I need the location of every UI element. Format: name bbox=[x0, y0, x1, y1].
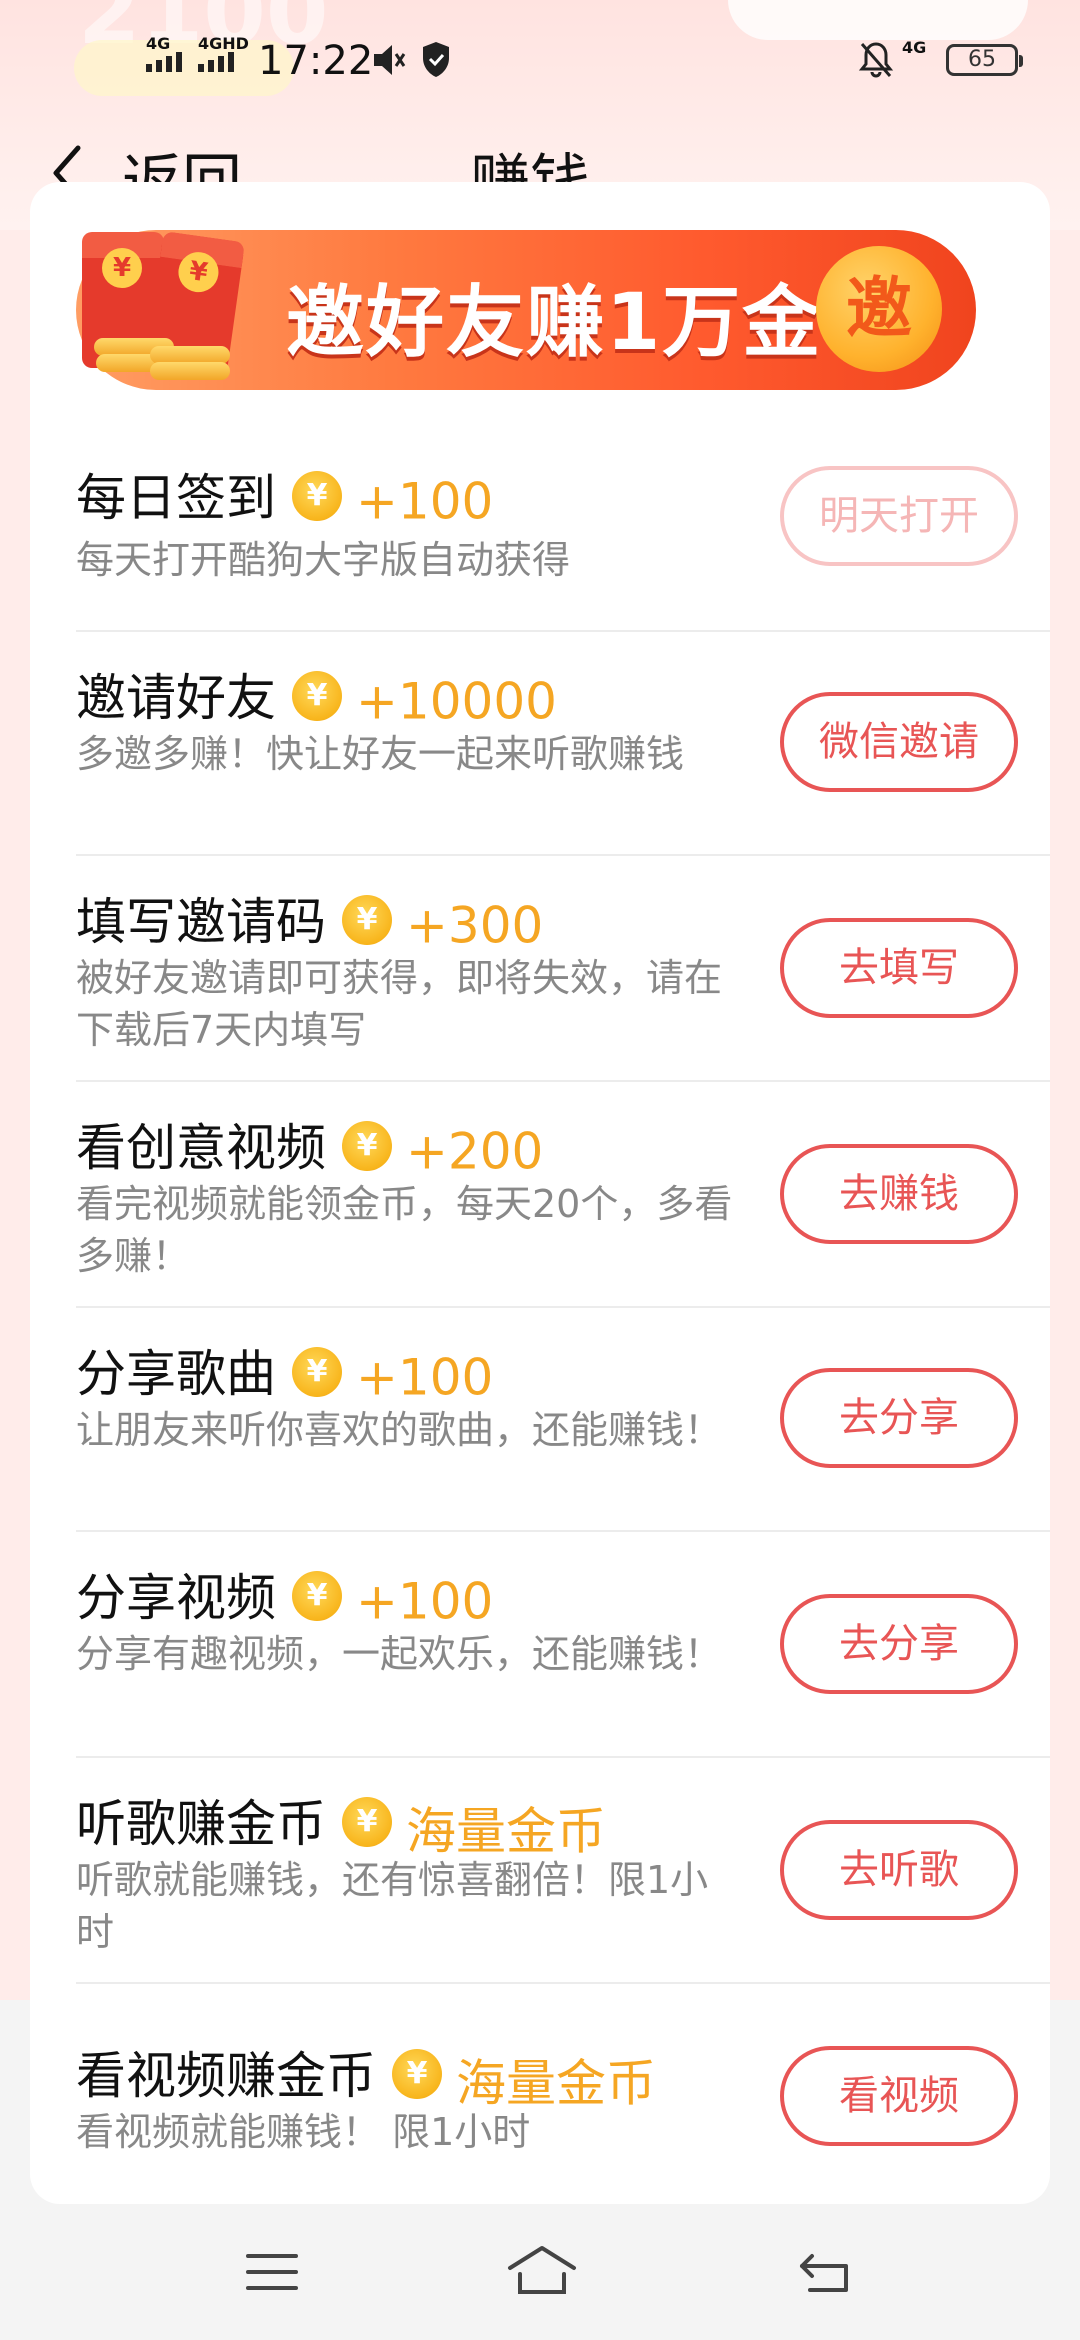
task-title: 看创意视频 bbox=[76, 1119, 326, 1177]
task-row: 填写邀请码 ¥ +300 被好友邀请即可获得，即将失效，请在下载后7天内填写 去填写 bbox=[76, 854, 1050, 1082]
task-description: 每天打开酷狗大字版自动获得 bbox=[76, 538, 571, 582]
task-reward: +100 bbox=[356, 1348, 494, 1407]
task-reward: 海量金币 bbox=[456, 2054, 656, 2113]
task-title-line: 填写邀请码 ¥ +300 bbox=[76, 882, 543, 955]
notifications-off-icon bbox=[858, 42, 894, 78]
task-title-line: 邀请好友 ¥ +10000 bbox=[76, 658, 557, 731]
status-bar: 4G 4GHD 17:22 4G 65 bbox=[0, 0, 1080, 120]
network-type-1: 4G bbox=[146, 34, 171, 53]
task-row: 分享歌曲 ¥ +100 让朋友来听你喜欢的歌曲，还能赚钱！ 去分享 bbox=[76, 1306, 1050, 1532]
coin-icon: ¥ bbox=[342, 894, 392, 945]
coin-icon: ¥ bbox=[292, 1346, 342, 1397]
shield-icon bbox=[423, 42, 449, 77]
task-title-line: 看视频赚金币 ¥ 海量金币 bbox=[76, 2036, 656, 2116]
task-description: 分享有趣视频，一起欢乐，还能赚钱！ bbox=[76, 1632, 723, 1676]
coin-icon: ¥ bbox=[342, 1120, 392, 1171]
coin-stack-icon bbox=[150, 362, 230, 380]
task-title: 听歌赚金币 bbox=[76, 1795, 326, 1853]
task-description: 听歌就能赚钱，还有惊喜翻倍！限1小时 bbox=[76, 1858, 709, 1954]
task-row: 每日签到 ¥ +100 每天打开酷狗大字版自动获得 明天打开 bbox=[76, 428, 1050, 632]
wechat-invite-button[interactable]: 微信邀请 bbox=[780, 692, 1018, 792]
task-description: 看完视频就能领金币，每天20个，多看多赚！ bbox=[76, 1182, 733, 1278]
task-reward: +300 bbox=[406, 896, 544, 955]
system-nav-bar bbox=[0, 2204, 1080, 2340]
network-type-3: 4G bbox=[902, 38, 927, 57]
menu-icon[interactable] bbox=[244, 2250, 300, 2294]
task-title-line: 每日签到 ¥ +100 bbox=[76, 458, 493, 531]
listen-songs-button[interactable]: 去听歌 bbox=[780, 1820, 1018, 1920]
task-description: 让朋友来听你喜欢的歌曲，还能赚钱！ bbox=[76, 1408, 723, 1452]
task-description: 多邀多赚！快让好友一起来听歌赚钱 bbox=[76, 732, 685, 776]
task-row: 邀请好友 ¥ +10000 多邀多赚！快让好友一起来听歌赚钱 微信邀请 bbox=[76, 630, 1050, 856]
task-reward: 海量金币 bbox=[406, 1802, 606, 1861]
coin-icon: ¥ bbox=[392, 2048, 442, 2099]
banner-invite-coin-button[interactable]: 邀 bbox=[816, 246, 942, 372]
watch-ad-earn-button[interactable]: 去赚钱 bbox=[780, 1144, 1018, 1244]
coin-icon: ¥ bbox=[292, 470, 342, 521]
background-right-edge bbox=[1050, 230, 1080, 2000]
mute-icon bbox=[374, 45, 406, 75]
banner-title: 邀好友赚1万金币 bbox=[286, 278, 903, 368]
task-row: 听歌赚金币 ¥ 海量金币 听歌就能赚钱，还有惊喜翻倍！限1小时 去听歌 bbox=[76, 1756, 1050, 1984]
clock: 17:22 bbox=[258, 38, 374, 84]
invite-banner[interactable]: ¥ ¥ 邀好友赚1万金币 邀 bbox=[76, 230, 976, 390]
background-left-edge bbox=[0, 230, 30, 2000]
signal-bars-1-icon bbox=[146, 52, 182, 72]
battery-icon: 65 bbox=[946, 44, 1023, 76]
task-description: 被好友邀请即可获得，即将失效，请在下载后7天内填写 bbox=[76, 956, 723, 1052]
coin-icon: ¥ bbox=[292, 670, 342, 721]
task-title-line: 听歌赚金币 ¥ 海量金币 bbox=[76, 1784, 606, 1864]
network-type-2: 4GHD bbox=[198, 34, 249, 53]
task-row: 看视频赚金币 ¥ 海量金币 看视频就能赚钱！ 限1小时 看视频 bbox=[76, 1982, 1050, 2204]
task-title: 看视频赚金币 bbox=[76, 2047, 376, 2105]
task-title: 分享视频 bbox=[76, 1569, 276, 1627]
back-nav-icon[interactable] bbox=[796, 2250, 852, 2294]
coin-icon: ¥ bbox=[342, 1796, 392, 1847]
signal-bars-2-icon bbox=[198, 52, 234, 72]
task-reward: +100 bbox=[356, 472, 494, 531]
task-reward: +100 bbox=[356, 1572, 494, 1631]
task-reward: +200 bbox=[406, 1122, 544, 1181]
task-title-line: 分享歌曲 ¥ +100 bbox=[76, 1334, 493, 1407]
task-title-line: 分享视频 ¥ +100 bbox=[76, 1558, 493, 1631]
coin-icon: ¥ bbox=[292, 1570, 342, 1621]
home-icon[interactable] bbox=[506, 2244, 578, 2296]
task-reward: +10000 bbox=[356, 672, 557, 731]
task-title: 每日签到 bbox=[76, 469, 276, 527]
fill-invite-code-button[interactable]: 去填写 bbox=[780, 918, 1018, 1018]
share-song-button[interactable]: 去分享 bbox=[780, 1368, 1018, 1468]
task-title: 邀请好友 bbox=[76, 669, 276, 727]
task-title: 填写邀请码 bbox=[76, 893, 326, 951]
task-title-line: 看创意视频 ¥ +200 bbox=[76, 1108, 543, 1181]
task-description: 看视频就能赚钱！ 限1小时 bbox=[76, 2110, 531, 2154]
open-tomorrow-button[interactable]: 明天打开 bbox=[780, 466, 1018, 566]
watch-video-button[interactable]: 看视频 bbox=[780, 2046, 1018, 2146]
task-row: 分享视频 ¥ +100 分享有趣视频，一起欢乐，还能赚钱！ 去分享 bbox=[76, 1530, 1050, 1758]
task-title: 分享歌曲 bbox=[76, 1345, 276, 1403]
task-row: 看创意视频 ¥ +200 看完视频就能领金币，每天20个，多看多赚！ 去赚钱 bbox=[76, 1080, 1050, 1308]
share-video-button[interactable]: 去分享 bbox=[780, 1594, 1018, 1694]
